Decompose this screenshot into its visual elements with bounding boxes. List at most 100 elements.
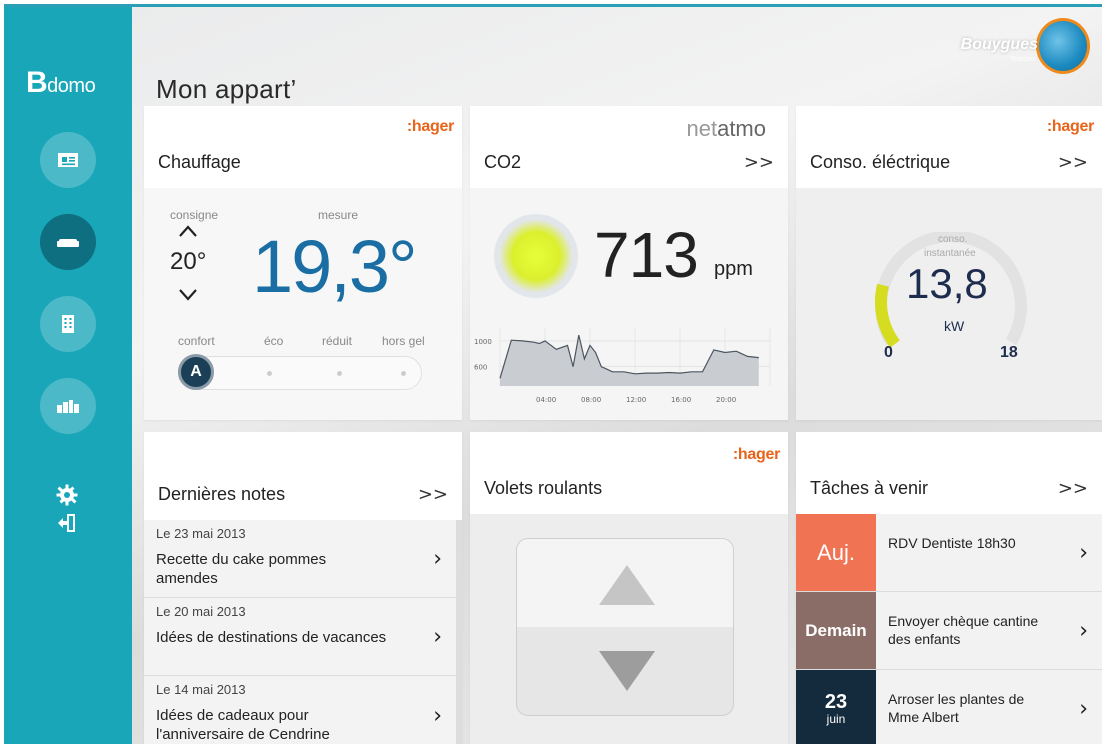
y-tick-label: 1000 (474, 338, 492, 346)
news-icon (58, 153, 78, 167)
gauge-label-1: conso. (938, 234, 968, 245)
co2-series-area (500, 335, 759, 386)
nav-neighborhood[interactable] (40, 378, 96, 434)
notes-card: Dernières notes >> Le 23 mai 2013 Recett… (144, 432, 462, 744)
task-row[interactable]: Auj. RDV Dentiste 18h30 › (796, 514, 1102, 592)
sofa-icon (57, 239, 79, 247)
page-title: Mon appart’ (156, 74, 297, 104)
neighborhood-icon (57, 400, 79, 413)
mode-dot-eco[interactable] (267, 371, 272, 376)
task-day: Auj. (796, 514, 876, 591)
shutters-vendor-logo: :hager (732, 446, 780, 463)
list-item[interactable]: Le 20 mai 2013 Idées de destinations de … (144, 598, 456, 676)
power-more-button[interactable]: >> (1058, 152, 1088, 173)
brand-globe-icon (1036, 18, 1090, 74)
task-text: Envoyer chèque cantine des enfants (888, 613, 1039, 647)
power-unit: kW (944, 318, 965, 334)
logout-icon (58, 514, 75, 532)
mode-label-confort: confort (178, 334, 215, 348)
co2-level-indicator (494, 214, 578, 298)
setpoint-up-icon[interactable] (178, 222, 198, 243)
co2-value: 713 (594, 219, 699, 291)
co2-card[interactable]: netatmo CO2 >> 713 ppm 1000 600 04:00 08:00… (470, 106, 788, 420)
gauge-max: 18 (1000, 344, 1018, 361)
task-row[interactable]: Demain Envoyer chèque cantine des enfant… (796, 592, 1102, 670)
measure-label: mesure (318, 208, 359, 222)
power-title: Conso. éléctrique (810, 152, 951, 172)
logo-word: domo (47, 75, 96, 97)
building-icon (62, 315, 74, 333)
tasks-more-button[interactable]: >> (1058, 478, 1088, 499)
note-text: Idées de destinations de vacances (156, 629, 387, 646)
heating-title: Chauffage (158, 152, 241, 172)
heating-card[interactable]: :hager Chauffage consigne mesure 20° 19,… (144, 106, 462, 420)
mode-dot-horsgel[interactable] (401, 371, 406, 376)
x-tick-label: 20:00 (716, 396, 736, 404)
note-date: Le 14 mai 2013 (156, 682, 246, 697)
shutters-header: :hager Volets roulants (470, 432, 788, 514)
tasks-header: Tâches à venir >> (796, 432, 1102, 514)
app-frame: Bdomo Mon appart’ Bouygues Telecom :hage… (4, 4, 1102, 744)
gear-icon (56, 484, 78, 506)
co2-unit: ppm (714, 258, 753, 280)
measured-temperature: 19,3° (252, 225, 418, 308)
task-text: Arroser les plantes de Mme Albert (888, 691, 1025, 725)
co2-vendor-logo: netatmo (686, 116, 766, 142)
setpoint-down-icon[interactable] (178, 286, 198, 307)
co2-chart: 1000 600 04:00 08:00 12:00 16:00 20:00 (474, 328, 771, 404)
shutter-up-icon[interactable] (599, 565, 655, 605)
notes-more-button[interactable]: >> (418, 484, 448, 505)
shutters-card: :hager Volets roulants (470, 432, 788, 744)
list-item[interactable]: Le 14 mai 2013 Idées de cadeaux pour l'a… (144, 676, 456, 744)
nav-news[interactable] (40, 132, 96, 188)
vendor-part-1: net (686, 116, 718, 141)
power-header: :hager Conso. éléctrique >> (796, 106, 1102, 188)
logo-letter: B (26, 66, 48, 99)
chevron-right-icon: › (433, 703, 442, 728)
x-tick-label: 04:00 (536, 396, 556, 404)
task-day-number: 23 (824, 690, 848, 713)
list-item[interactable]: Le 23 mai 2013 Recette du cake pommes am… (144, 520, 456, 598)
note-date: Le 23 mai 2013 (156, 526, 246, 541)
notes-title: Dernières notes (158, 484, 286, 504)
brand-logo: Bouygues Telecom (934, 14, 1094, 78)
chevron-right-icon: › (433, 624, 442, 649)
brand-name: Bouygues (960, 36, 1038, 53)
power-card[interactable]: :hager Conso. éléctrique >> conso. insta… (796, 106, 1102, 420)
task-day-label: Auj. (817, 539, 855, 565)
task-text: RDV Dentiste 18h30 (888, 535, 1016, 551)
shutter-down-icon[interactable] (599, 651, 655, 691)
task-day: Demain (796, 592, 876, 669)
vendor-part-2: atmo (717, 116, 766, 141)
co2-more-button[interactable]: >> (744, 152, 774, 173)
power-value: 13,8 (906, 260, 988, 307)
chevron-right-icon: › (1079, 540, 1088, 565)
chevron-right-icon: › (1079, 696, 1088, 721)
nav-building[interactable] (40, 296, 96, 352)
mode-dot-reduit[interactable] (337, 371, 342, 376)
co2-title: CO2 (484, 152, 522, 172)
notes-scrollbar[interactable] (456, 520, 462, 744)
brand-sub: Telecom (1009, 56, 1036, 63)
note-text: Idées de cadeaux pour l'anniversaire de … (156, 707, 330, 743)
logout-button[interactable] (54, 510, 80, 536)
power-vendor-logo: :hager (1046, 118, 1094, 135)
sidebar: Bdomo (4, 4, 132, 744)
task-day-month: juin (826, 711, 846, 726)
tasks-title: Tâches à venir (810, 478, 929, 498)
note-text: Recette du cake pommes amendes (156, 551, 327, 587)
nav-home[interactable] (40, 214, 96, 270)
mode-slider[interactable] (178, 356, 422, 390)
shutter-control (516, 538, 734, 716)
mode-handle[interactable]: A (178, 354, 214, 390)
settings-button[interactable] (54, 482, 80, 508)
setpoint-value: 20° (170, 248, 207, 275)
mode-label-horsgel: hors gel (382, 334, 425, 348)
task-day: 23 juin (796, 670, 876, 744)
co2-body: 713 ppm 1000 600 04:00 08:00 12:00 16:00 20:00 (470, 188, 788, 420)
mode-label-reduit: réduit (322, 334, 353, 348)
task-row[interactable]: 23 juin Arroser les plantes de Mme Alber… (796, 670, 1102, 744)
chevron-right-icon: › (433, 546, 442, 571)
x-tick-label: 16:00 (671, 396, 691, 404)
heating-vendor-logo: :hager (406, 118, 454, 135)
